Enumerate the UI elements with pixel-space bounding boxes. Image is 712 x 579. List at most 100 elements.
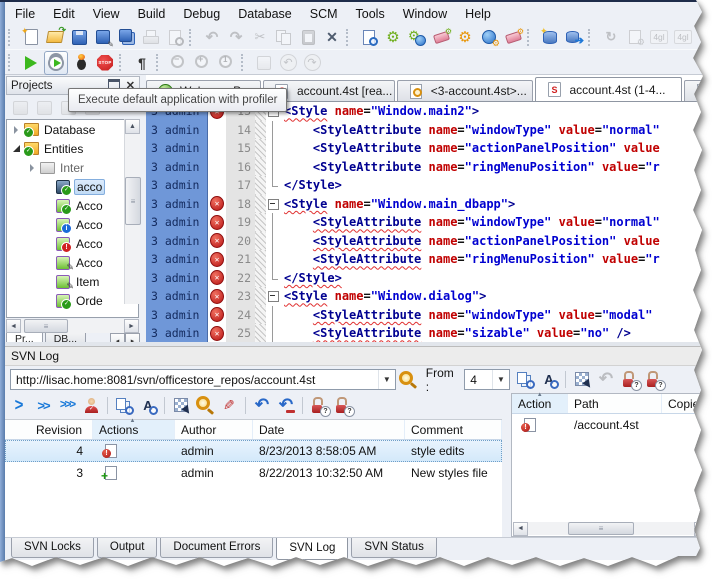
code-line-21[interactable]: 3 admin 21 <StyleAttribute name="ringMenu… bbox=[146, 250, 703, 269]
tree-item-acco[interactable]: Acco bbox=[7, 196, 138, 215]
tree-item-acco[interactable]: Acco bbox=[7, 215, 138, 234]
clean-icon[interactable] bbox=[430, 27, 452, 48]
save-as-icon[interactable] bbox=[92, 27, 114, 49]
annotate-icon[interactable] bbox=[137, 395, 159, 416]
paths-column-header-path[interactable]: Path bbox=[568, 394, 662, 413]
save-all-icon[interactable] bbox=[116, 27, 138, 48]
menu-item-database[interactable]: Database bbox=[229, 5, 301, 23]
tree-item-database[interactable]: Database bbox=[7, 120, 138, 139]
menu-item-file[interactable]: File bbox=[6, 5, 44, 23]
code-line-24[interactable]: 3 admin24 <StyleAttribute name="windowTy… bbox=[146, 305, 703, 324]
bottom-tab-document-errors[interactable]: Document Errors bbox=[160, 538, 274, 558]
undo-changes-icon[interactable] bbox=[251, 395, 273, 416]
build-icon[interactable] bbox=[382, 27, 404, 48]
paths-steal-lock-icon[interactable]: ? bbox=[643, 369, 666, 391]
open-file-icon[interactable] bbox=[44, 25, 66, 48]
paths-table-row[interactable]: /account.4st bbox=[512, 414, 703, 436]
paths-column-header-action[interactable]: Action bbox=[512, 392, 568, 413]
fold-margin[interactable] bbox=[266, 287, 280, 306]
chevron-down-icon[interactable]: ▼ bbox=[377, 370, 395, 389]
menu-item-scm[interactable]: SCM bbox=[301, 5, 347, 23]
tree-item-acco[interactable]: acco bbox=[7, 177, 138, 196]
next-100-revisions-icon[interactable] bbox=[56, 395, 78, 416]
code-line-23[interactable]: 3 admin 23 <Style name="Window.dialog"> bbox=[146, 287, 703, 306]
scroll-up-icon[interactable]: ▲ bbox=[125, 119, 140, 134]
new-file-icon[interactable] bbox=[20, 26, 42, 48]
rebuild-all-icon[interactable] bbox=[478, 27, 500, 49]
menu-item-edit[interactable]: Edit bbox=[44, 5, 84, 23]
vscrollbar-thumb[interactable]: ≡ bbox=[125, 177, 141, 225]
import-database-icon[interactable] bbox=[563, 27, 585, 48]
save-icon[interactable] bbox=[68, 27, 90, 48]
release-lock-icon[interactable]: ? bbox=[332, 395, 355, 417]
svn-pane-splitter[interactable] bbox=[502, 393, 511, 537]
hscrollbar-thumb[interactable]: ≡ bbox=[24, 319, 68, 333]
from-revision-combobox[interactable]: 4 ▼ bbox=[464, 369, 510, 390]
code-line-16[interactable]: 3 admin 16 <StyleAttribute name="ringMenu… bbox=[146, 157, 703, 176]
log-table-row[interactable]: 4 admin 8/23/2013 8:58:05 AM style edits bbox=[5, 440, 502, 462]
code-line-14[interactable]: 3 admin 14 <StyleAttribute name="windowTy… bbox=[146, 120, 703, 139]
paths-column-header-copied[interactable]: Copied bbox=[662, 394, 703, 413]
edit-log-message-icon[interactable] bbox=[218, 395, 240, 416]
rebuild-icon[interactable] bbox=[454, 27, 476, 48]
bottom-tab-svn-log[interactable]: SVN Log bbox=[276, 538, 349, 560]
expander-collapsed-icon[interactable] bbox=[11, 125, 21, 134]
tree-item-inter[interactable]: Inter bbox=[7, 158, 138, 177]
stop-icon[interactable] bbox=[94, 52, 116, 73]
projects-tree-vscrollbar[interactable]: ▲ ≡ bbox=[124, 119, 141, 304]
paths-diff-icon[interactable] bbox=[514, 369, 536, 390]
code-line-18[interactable]: 3 admin 18 <Style name="Window.main_dbapp"… bbox=[146, 194, 703, 213]
editor-tab-3[interactable]: <3-account.4st>... bbox=[396, 80, 534, 101]
log-column-header-comment[interactable]: Comment bbox=[405, 420, 502, 439]
clean-all-icon[interactable] bbox=[502, 27, 524, 48]
hscrollbar-thumb[interactable]: ≡ bbox=[568, 522, 634, 535]
paths-select-icon[interactable] bbox=[571, 369, 593, 390]
menu-item-debug[interactable]: Debug bbox=[174, 5, 229, 23]
search-revision-icon[interactable] bbox=[397, 369, 419, 390]
debug-icon[interactable] bbox=[70, 52, 92, 73]
paths-lock-icon[interactable]: ? bbox=[619, 369, 642, 391]
scroll-left-icon[interactable]: ◄ bbox=[513, 521, 528, 536]
menu-item-build[interactable]: Build bbox=[129, 5, 175, 23]
code-line-17[interactable]: 3 admin 17 </Style> bbox=[146, 176, 703, 195]
log-column-header-author[interactable]: Author bbox=[175, 420, 253, 439]
paths-annotate-icon[interactable] bbox=[538, 369, 560, 390]
code-line-19[interactable]: 3 admin19 <StyleAttribute name="windowTy… bbox=[146, 213, 703, 232]
find-in-files-icon[interactable] bbox=[358, 27, 380, 48]
editor-tab-4[interactable]: account.4st (1-4... bbox=[535, 77, 683, 101]
bottom-tab-svn-locks[interactable]: SVN Locks bbox=[11, 538, 94, 558]
scroll-left-icon[interactable]: ◄ bbox=[6, 319, 21, 333]
code-line-25[interactable]: 3 admin 25 <StyleAttribute name="sizable"… bbox=[146, 324, 703, 343]
menu-item-help[interactable]: Help bbox=[456, 5, 500, 23]
delete-icon[interactable] bbox=[321, 27, 343, 48]
code-line-15[interactable]: 3 admin 15 <StyleAttribute name="actionPa… bbox=[146, 139, 703, 158]
profile-icon[interactable] bbox=[44, 50, 68, 75]
tree-item-acco[interactable]: Acco bbox=[7, 234, 138, 253]
formfeed-icon[interactable] bbox=[131, 52, 153, 73]
select-revision-icon[interactable] bbox=[170, 395, 192, 416]
search-repository-icon[interactable] bbox=[194, 395, 216, 416]
get-lock-icon[interactable]: ? bbox=[308, 395, 331, 417]
log-column-header-revision[interactable]: Revision bbox=[5, 420, 93, 439]
menu-item-tools[interactable]: Tools bbox=[347, 5, 394, 23]
expander-expanded-icon[interactable] bbox=[11, 145, 21, 152]
fold-collapse-icon[interactable] bbox=[268, 198, 279, 210]
scroll-right-icon[interactable]: ► bbox=[694, 521, 703, 536]
editor-tab-5[interactable] bbox=[684, 80, 703, 101]
tree-item-orde[interactable]: Orde bbox=[7, 291, 138, 310]
next-revision-icon[interactable] bbox=[8, 395, 30, 416]
tree-item-acco[interactable]: Acco bbox=[7, 253, 138, 273]
bottom-tab-output[interactable]: Output bbox=[96, 538, 158, 558]
fold-collapse-icon[interactable] bbox=[268, 291, 279, 302]
repository-url-combobox[interactable]: http://lisac.home:8081/svn/officestore_r… bbox=[10, 369, 396, 390]
code-editor[interactable]: 3 admin13<Style name="Window.main2">3 ad… bbox=[146, 101, 703, 343]
scroll-right-icon[interactable]: ► bbox=[124, 319, 139, 333]
menu-item-window[interactable]: Window bbox=[394, 5, 456, 23]
build-all-icon[interactable] bbox=[406, 27, 428, 48]
fold-margin[interactable] bbox=[266, 194, 280, 213]
log-column-header-date[interactable]: Date bbox=[253, 420, 405, 439]
chevron-down-icon[interactable]: ▼ bbox=[492, 370, 509, 389]
log-column-header-actions[interactable]: Actions bbox=[93, 418, 175, 439]
code-line-20[interactable]: 3 admin 20 <StyleAttribute name="actionPa… bbox=[146, 231, 703, 250]
new-database-icon[interactable] bbox=[539, 26, 561, 48]
